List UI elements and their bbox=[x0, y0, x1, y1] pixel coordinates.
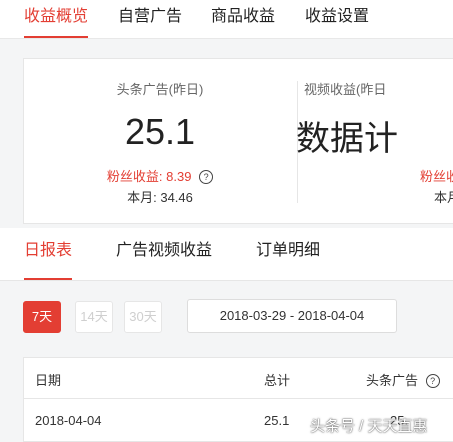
column-toutiao-ad: 头条广告 ? bbox=[366, 370, 440, 389]
card-title: 视频收益(昨日 bbox=[304, 82, 387, 97]
card-value: 数据计 bbox=[296, 120, 398, 158]
range-7-days-button[interactable]: 7天 bbox=[23, 301, 61, 333]
filter-bar: 7天 14天 30天 2018-03-29 - 2018-04-04 bbox=[0, 281, 453, 349]
table-header: 日期 总计 头条广告 ? bbox=[24, 358, 453, 399]
tab-order-details[interactable]: 订单明细 bbox=[256, 228, 320, 280]
toutiao-ad-card: 头条广告(昨日) 25.1 粉丝收益: 8.39 ? 本月: 34.46 bbox=[24, 59, 296, 223]
month-total-label: 本月: bbox=[434, 190, 453, 205]
date-range-picker[interactable]: 2018-03-29 - 2018-04-04 bbox=[187, 299, 397, 333]
column-date: 日期 bbox=[35, 373, 62, 388]
month-total: 本月: 34.46 bbox=[24, 187, 296, 206]
column-toutiao-ad-label: 头条广告 bbox=[366, 373, 419, 388]
tab-self-ads[interactable]: 自营广告 bbox=[118, 0, 182, 38]
tab-product-revenue[interactable]: 商品收益 bbox=[211, 0, 275, 38]
fans-revenue-label: 粉丝收益: bbox=[106, 169, 163, 184]
fans-revenue-label: 粉丝收 bbox=[420, 169, 453, 184]
tab-ad-video-revenue[interactable]: 广告视频收益 bbox=[116, 228, 212, 280]
top-nav: 收益概览 自营广告 商品收益 收益设置 bbox=[0, 0, 453, 39]
question-circle-icon[interactable]: ? bbox=[425, 374, 440, 388]
watermark: 头条号 / 天天直惠 bbox=[310, 418, 428, 435]
question-circle-icon[interactable]: ? bbox=[199, 170, 214, 184]
card-title: 头条广告(昨日) bbox=[116, 82, 204, 97]
column-total: 总计 bbox=[264, 373, 291, 388]
month-total-value: 34.46 bbox=[160, 190, 193, 205]
range-30-days-button[interactable]: 30天 bbox=[124, 301, 162, 333]
report-tabs: 日报表 广告视频收益 订单明细 bbox=[0, 228, 453, 281]
tab-revenue-overview[interactable]: 收益概览 bbox=[24, 0, 89, 38]
tab-revenue-settings[interactable]: 收益设置 bbox=[305, 0, 369, 38]
video-revenue-card: 视频收益(昨日 数据计 粉丝收 本月: bbox=[296, 59, 453, 223]
cell-total: 25.1 bbox=[264, 413, 290, 428]
fans-revenue-value: 8.39 bbox=[166, 169, 192, 184]
cell-date: 2018-04-04 bbox=[35, 413, 102, 428]
tab-daily-report[interactable]: 日报表 bbox=[24, 228, 73, 280]
range-14-days-button[interactable]: 14天 bbox=[75, 301, 113, 333]
fans-revenue: 粉丝收益: 8.39 ? bbox=[24, 166, 296, 185]
card-value: 25.1 bbox=[124, 111, 196, 152]
revenue-summary-panel: 头条广告(昨日) 25.1 粉丝收益: 8.39 ? 本月: 34.46 视频收… bbox=[23, 58, 453, 224]
month-total-label: 本月: bbox=[127, 190, 157, 205]
